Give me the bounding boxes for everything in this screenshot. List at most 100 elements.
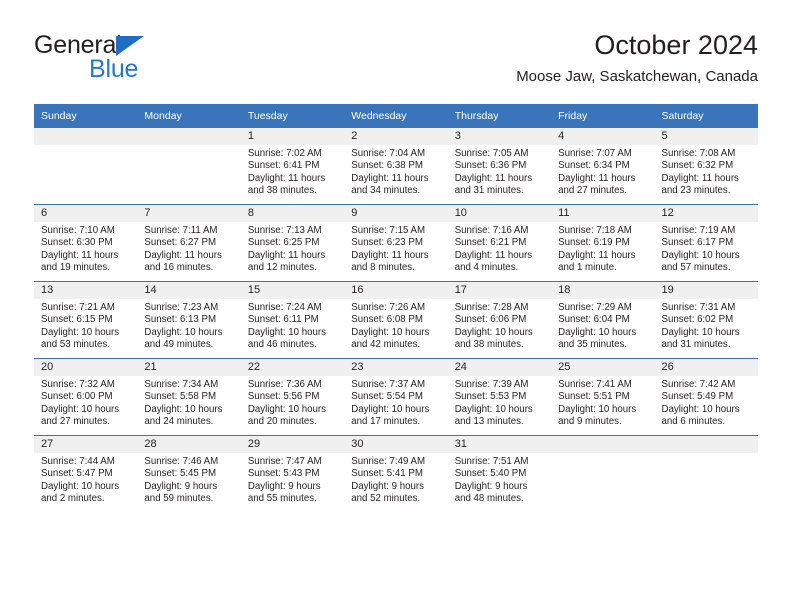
day-cell-content: 12 Sunrise: 7:19 AM Sunset: 6:17 PM Dayligh… <box>654 205 758 281</box>
day-cell-content: 7 Sunrise: 7:11 AM Sunset: 6:27 PM Daylight… <box>137 205 241 281</box>
calendar-day-cell[interactable]: 16 Sunrise: 7:26 AM Sunset: 6:08 PM Dayligh… <box>344 281 448 359</box>
calendar-day-cell[interactable]: 23 Sunrise: 7:37 AM Sunset: 5:54 PM Dayligh… <box>344 358 448 436</box>
logo-text-blue: Blue <box>89 55 139 83</box>
calendar-day-cell[interactable]: 22 Sunrise: 7:36 AM Sunset: 5:56 PM Dayligh… <box>240 358 345 436</box>
sunrise-text: Sunrise: 7:21 AM <box>41 302 115 313</box>
day-cell-content: 29 Sunrise: 7:47 AM Sunset: 5:43 PM Dayligh… <box>240 436 345 512</box>
day-cell-content <box>137 128 241 204</box>
calendar-day-cell[interactable]: 28 Sunrise: 7:46 AM Sunset: 5:45 PM Dayligh… <box>137 435 241 512</box>
calendar-day-cell[interactable]: 9 Sunrise: 7:15 AM Sunset: 6:23 PM Daylight… <box>344 204 448 282</box>
calendar-day-cell-empty <box>34 128 138 205</box>
weekday-header-tuesday: Tuesday <box>240 104 345 128</box>
sunrise-text: Sunrise: 7:47 AM <box>247 456 322 467</box>
daylight-text: Daylight: 10 hours and 6 minutes. <box>661 403 740 428</box>
daylight-text: Daylight: 11 hours and 19 minutes. <box>41 249 119 274</box>
calendar-day-cell[interactable]: 18 Sunrise: 7:29 AM Sunset: 6:04 PM Dayligh… <box>551 281 655 359</box>
day-details: Sunrise: 7:23 AM Sunset: 6:13 PM Daylight:… <box>137 299 240 352</box>
daylight-text: Daylight: 10 hours and 49 minutes. <box>144 326 223 351</box>
sunrise-text: Sunrise: 7:49 AM <box>351 456 426 467</box>
weekday-header-saturday: Saturday <box>654 104 758 128</box>
day-details: Sunrise: 7:49 AM Sunset: 5:41 PM Daylight:… <box>344 453 447 506</box>
calendar-day-cell[interactable]: 27 Sunrise: 7:44 AM Sunset: 5:47 PM Dayligh… <box>34 435 138 512</box>
day-details: Sunrise: 7:02 AM Sunset: 6:41 PM Daylight:… <box>241 145 344 198</box>
calendar-day-cell[interactable]: 11 Sunrise: 7:18 AM Sunset: 6:19 PM Dayligh… <box>551 204 655 282</box>
day-cell-content: 14 Sunrise: 7:23 AM Sunset: 6:13 PM Dayligh… <box>137 282 241 358</box>
day-number: 12 <box>654 205 758 222</box>
calendar-day-cell[interactable]: 14 Sunrise: 7:23 AM Sunset: 6:13 PM Dayligh… <box>137 281 241 359</box>
sunrise-text: Sunrise: 7:23 AM <box>144 302 219 313</box>
day-number: 15 <box>240 282 345 299</box>
calendar-day-cell[interactable]: 4 Sunrise: 7:07 AM Sunset: 6:34 PM Daylight… <box>551 128 655 205</box>
day-number: 9 <box>344 205 448 222</box>
daylight-text: Daylight: 11 hours and 16 minutes. <box>144 249 222 274</box>
sunset-text: Sunset: 6:32 PM <box>661 160 734 172</box>
calendar-day-cell[interactable]: 20 Sunrise: 7:32 AM Sunset: 6:00 PM Dayligh… <box>34 358 138 436</box>
calendar-day-cell[interactable]: 3 Sunrise: 7:05 AM Sunset: 6:36 PM Daylight… <box>447 128 552 205</box>
day-details: Sunrise: 7:32 AM Sunset: 6:00 PM Daylight:… <box>34 376 137 429</box>
day-cell-content: 9 Sunrise: 7:15 AM Sunset: 6:23 PM Daylight… <box>344 205 448 281</box>
calendar-day-cell[interactable]: 19 Sunrise: 7:31 AM Sunset: 6:02 PM Dayligh… <box>654 281 758 359</box>
day-number: 14 <box>137 282 241 299</box>
day-cell-content: 19 Sunrise: 7:31 AM Sunset: 6:02 PM Dayligh… <box>654 282 758 358</box>
calendar-day-cell[interactable]: 7 Sunrise: 7:11 AM Sunset: 6:27 PM Daylight… <box>137 204 241 282</box>
calendar-day-cell[interactable]: 26 Sunrise: 7:42 AM Sunset: 5:49 PM Dayligh… <box>654 358 758 436</box>
calendar-day-cell[interactable]: 13 Sunrise: 7:21 AM Sunset: 6:15 PM Dayligh… <box>34 281 138 359</box>
sunrise-text: Sunrise: 7:24 AM <box>247 302 322 313</box>
calendar-day-cell[interactable]: 12 Sunrise: 7:19 AM Sunset: 6:17 PM Dayligh… <box>654 204 758 282</box>
daylight-text: Daylight: 11 hours and 8 minutes. <box>351 249 429 274</box>
sunrise-text: Sunrise: 7:18 AM <box>558 225 632 236</box>
calendar-day-cell[interactable]: 2 Sunrise: 7:04 AM Sunset: 6:38 PM Daylight… <box>344 128 448 205</box>
calendar-week-row: 20 Sunrise: 7:32 AM Sunset: 6:00 PM Dayligh… <box>34 358 758 436</box>
day-number: 4 <box>551 128 655 145</box>
day-cell-content: 1 Sunrise: 7:02 AM Sunset: 6:41 PM Daylight… <box>240 128 345 204</box>
day-number: 13 <box>34 282 138 299</box>
calendar-week-row: 27 Sunrise: 7:44 AM Sunset: 5:47 PM Dayligh… <box>34 435 758 512</box>
calendar-day-cell[interactable]: 24 Sunrise: 7:39 AM Sunset: 5:53 PM Dayligh… <box>447 358 552 436</box>
calendar-day-cell[interactable]: 21 Sunrise: 7:34 AM Sunset: 5:58 PM Dayligh… <box>137 358 241 436</box>
daylight-text: Daylight: 9 hours and 59 minutes. <box>144 480 218 505</box>
calendar-day-cell[interactable]: 29 Sunrise: 7:47 AM Sunset: 5:43 PM Dayligh… <box>240 435 345 512</box>
calendar-day-cell[interactable]: 31 Sunrise: 7:51 AM Sunset: 5:40 PM Dayligh… <box>447 435 552 512</box>
calendar-day-cell[interactable]: 6 Sunrise: 7:10 AM Sunset: 6:30 PM Daylight… <box>34 204 138 282</box>
calendar-day-cell[interactable]: 5 Sunrise: 7:08 AM Sunset: 6:32 PM Daylight… <box>654 128 758 205</box>
day-number <box>551 436 655 453</box>
general-blue-logo[interactable]: General Blue <box>34 32 234 90</box>
day-cell-content: 22 Sunrise: 7:36 AM Sunset: 5:56 PM Dayligh… <box>240 359 345 435</box>
calendar-week-row: 1 Sunrise: 7:02 AM Sunset: 6:41 PM Daylight… <box>34 128 758 205</box>
sunset-text: Sunset: 5:56 PM <box>247 391 320 403</box>
sunset-text: Sunset: 6:13 PM <box>144 314 217 326</box>
calendar-day-cell[interactable]: 30 Sunrise: 7:49 AM Sunset: 5:41 PM Dayligh… <box>344 435 448 512</box>
calendar-day-cell[interactable]: 10 Sunrise: 7:16 AM Sunset: 6:21 PM Dayligh… <box>447 204 552 282</box>
sunset-text: Sunset: 6:25 PM <box>247 237 320 249</box>
day-number: 8 <box>240 205 345 222</box>
sunset-text: Sunset: 6:00 PM <box>41 391 113 403</box>
calendar-day-cell[interactable]: 25 Sunrise: 7:41 AM Sunset: 5:51 PM Dayligh… <box>551 358 655 436</box>
day-details: Sunrise: 7:28 AM Sunset: 6:06 PM Daylight:… <box>448 299 551 352</box>
sunset-text: Sunset: 5:54 PM <box>351 391 423 403</box>
day-number: 24 <box>447 359 552 376</box>
calendar-day-cell[interactable]: 1 Sunrise: 7:02 AM Sunset: 6:41 PM Daylight… <box>240 128 345 205</box>
day-details: Sunrise: 7:24 AM Sunset: 6:11 PM Daylight:… <box>241 299 344 352</box>
daylight-text: Daylight: 10 hours and 17 minutes. <box>351 403 430 428</box>
sunset-text: Sunset: 5:53 PM <box>454 391 527 403</box>
sunset-text: Sunset: 5:43 PM <box>247 468 320 480</box>
sunrise-text: Sunrise: 7:31 AM <box>661 302 736 313</box>
day-details: Sunrise: 7:44 AM Sunset: 5:47 PM Daylight:… <box>34 453 137 506</box>
day-cell-content: 21 Sunrise: 7:34 AM Sunset: 5:58 PM Dayligh… <box>137 359 241 435</box>
day-cell-content: 20 Sunrise: 7:32 AM Sunset: 6:00 PM Dayligh… <box>34 359 138 435</box>
day-details: Sunrise: 7:51 AM Sunset: 5:40 PM Daylight:… <box>448 453 551 506</box>
sunrise-text: Sunrise: 7:37 AM <box>351 379 426 390</box>
sunset-text: Sunset: 6:19 PM <box>558 237 630 249</box>
sunrise-text: Sunrise: 7:15 AM <box>351 225 426 236</box>
day-details: Sunrise: 7:11 AM Sunset: 6:27 PM Daylight:… <box>137 222 240 275</box>
calendar-day-cell[interactable]: 8 Sunrise: 7:13 AM Sunset: 6:25 PM Daylight… <box>240 204 345 282</box>
day-number: 3 <box>447 128 552 145</box>
day-cell-content: 30 Sunrise: 7:49 AM Sunset: 5:41 PM Dayligh… <box>344 436 448 512</box>
daylight-text: Daylight: 11 hours and 34 minutes. <box>351 172 429 197</box>
calendar-head: Sunday Monday Tuesday Wednesday Thursday… <box>34 104 758 128</box>
day-number <box>137 128 241 145</box>
day-cell-content: 10 Sunrise: 7:16 AM Sunset: 6:21 PM Dayligh… <box>447 205 552 281</box>
calendar-day-cell[interactable]: 15 Sunrise: 7:24 AM Sunset: 6:11 PM Dayligh… <box>240 281 345 359</box>
daylight-text: Daylight: 11 hours and 38 minutes. <box>247 172 326 197</box>
calendar-day-cell[interactable]: 17 Sunrise: 7:28 AM Sunset: 6:06 PM Dayligh… <box>447 281 552 359</box>
